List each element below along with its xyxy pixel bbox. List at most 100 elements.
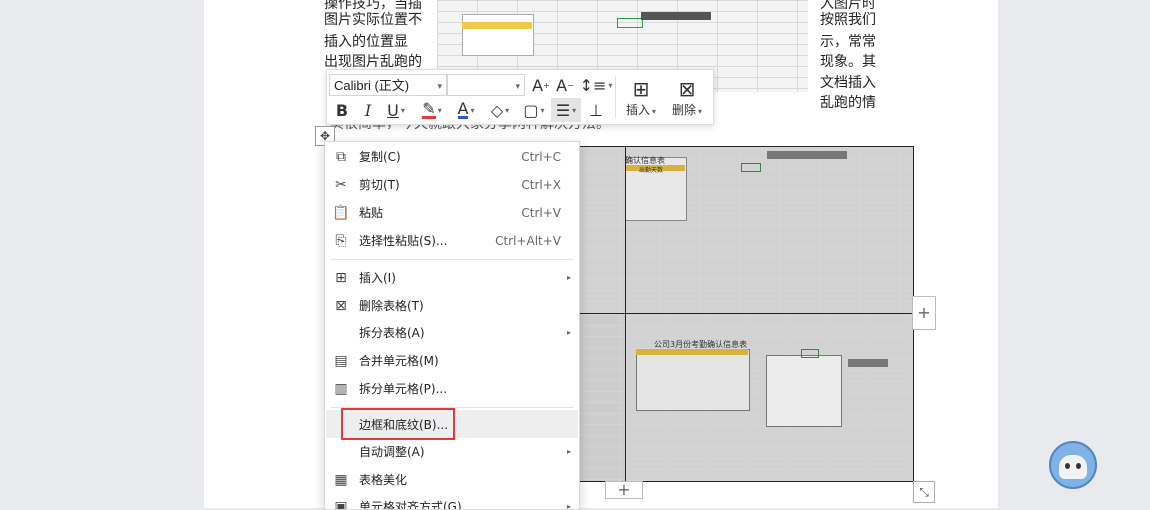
cell-align-icon: ▣ bbox=[334, 499, 348, 510]
font-size-select[interactable]: ▾ bbox=[447, 74, 525, 96]
doc-line: 文档插入 bbox=[820, 75, 876, 91]
table-image-left-strip bbox=[579, 314, 625, 481]
doc-line: 乱跑的情 bbox=[820, 95, 876, 111]
menu-separator bbox=[331, 259, 573, 260]
menu-item-paste-special[interactable]: ⎘ 选择性粘贴(S)... Ctrl+Alt+V bbox=[325, 228, 579, 254]
underline-button[interactable]: U ▾ bbox=[381, 99, 411, 121]
font-grow-button[interactable]: A + bbox=[531, 74, 551, 96]
doc-line: 示，常常 bbox=[820, 34, 876, 50]
border-icon: ▢ bbox=[523, 100, 539, 120]
menu-item-label: 自动调整(A) bbox=[359, 445, 425, 459]
font-color-button[interactable]: A ▾ bbox=[451, 99, 481, 121]
menu-item-label: 拆分表格(A) bbox=[359, 326, 425, 340]
menu-item-table-beautify[interactable]: ▦ 表格美化 bbox=[325, 467, 579, 493]
align-button[interactable]: ☰ ▾ bbox=[551, 98, 581, 122]
format-painter-button[interactable]: ⊥ bbox=[585, 99, 607, 121]
menu-item-insert[interactable]: ⊞ 插入(I) ▸ bbox=[325, 265, 579, 291]
chevron-down-icon: ▾ bbox=[608, 80, 613, 90]
menu-item-auto-fit[interactable]: 自动调整(A) ▸ bbox=[325, 439, 579, 465]
table-delete-icon: ⊠ bbox=[335, 298, 347, 314]
table-delete-icon: ⊠ bbox=[678, 76, 696, 101]
submenu-arrow-icon: ▸ bbox=[566, 447, 571, 456]
split-cells-icon: ▥ bbox=[334, 381, 348, 397]
font-color-icon: A bbox=[457, 98, 469, 119]
menu-item-shortcut: Ctrl+X bbox=[521, 178, 561, 192]
add-column-button[interactable]: + bbox=[912, 296, 936, 330]
menu-item-label: 粘贴 bbox=[359, 206, 384, 220]
menu-item-merge-cells[interactable]: ▤ 合并单元格(M) bbox=[325, 348, 579, 374]
delete-button[interactable]: ⊠ 删除 ▾ bbox=[665, 72, 709, 122]
paste-icon: 📋 bbox=[332, 205, 350, 221]
menu-item-label: 插入(I) bbox=[359, 271, 396, 285]
merge-cells-icon: ▤ bbox=[334, 353, 348, 369]
doc-line: 插入的位置显 bbox=[324, 34, 408, 50]
paint-bucket-icon: ◇ bbox=[490, 100, 504, 120]
menu-item-split-cells[interactable]: ▥ 拆分单元格(P)... bbox=[325, 376, 579, 402]
line-spacing-icon: ↕≡ bbox=[579, 75, 607, 95]
highlighter-icon: ✎ bbox=[422, 98, 436, 119]
doc-line: 按照我们 bbox=[820, 12, 876, 28]
bold-button[interactable]: B bbox=[331, 99, 353, 121]
chevron-down-icon: ▾ bbox=[437, 105, 442, 115]
doc-line: 图片实际位置不 bbox=[324, 12, 422, 28]
table-insert-icon: ⊞ bbox=[632, 76, 650, 101]
menu-item-paste[interactable]: 📋 粘贴 Ctrl+V bbox=[325, 200, 579, 226]
chevron-down-icon: ▾ bbox=[515, 81, 520, 91]
menu-item-label: 拆分单元格(P)... bbox=[359, 382, 448, 396]
submenu-arrow-icon: ▸ bbox=[566, 273, 571, 282]
assistant-avatar-button[interactable] bbox=[1049, 441, 1097, 489]
menu-item-cut[interactable]: ✂ 剪切(T) Ctrl+X bbox=[325, 172, 579, 198]
chevron-down-icon: ▾ bbox=[400, 105, 405, 115]
table-image-divider bbox=[579, 313, 913, 314]
floating-toolbar: Calibri (正文) ▾ ▾ A + A − ↕≡ ▾ B I U ▾ ✎ ▾ A ▾ … bbox=[326, 69, 714, 125]
resize-table-handle[interactable]: ⤡ bbox=[913, 481, 935, 503]
menu-item-label: 选择性粘贴(S)... bbox=[359, 234, 448, 248]
font-name-value: Calibri (正文) bbox=[334, 78, 410, 93]
chevron-down-icon: ▾ bbox=[470, 105, 475, 115]
highlight-color-button[interactable]: ✎ ▾ bbox=[415, 99, 449, 121]
menu-item-shortcut: Ctrl+V bbox=[521, 206, 561, 220]
format-painter-icon: ⊥ bbox=[589, 100, 603, 120]
menu-item-copy[interactable]: ⧉ 复制(C) Ctrl+C bbox=[325, 144, 579, 170]
shading-button[interactable]: ◇ ▾ bbox=[485, 99, 515, 121]
font-name-select[interactable]: Calibri (正文) ▾ bbox=[329, 74, 447, 96]
doc-line: 现象。其 bbox=[820, 54, 876, 70]
chevron-down-icon: ▾ bbox=[652, 106, 657, 116]
table-beautify-icon: ▦ bbox=[334, 472, 348, 488]
align-left-icon: ☰ bbox=[555, 100, 571, 120]
menu-item-label: 复制(C) bbox=[359, 150, 401, 164]
borders-button[interactable]: ▢ ▾ bbox=[519, 99, 549, 121]
scissors-icon: ✂ bbox=[335, 177, 347, 193]
highlight-annotation-box bbox=[341, 408, 455, 440]
font-shrink-button[interactable]: A − bbox=[555, 74, 575, 96]
sheet-header: 出勤天数 bbox=[639, 167, 664, 174]
line-spacing-button[interactable]: ↕≡ ▾ bbox=[579, 74, 613, 96]
menu-item-delete-table[interactable]: ⊠ 删除表格(T) bbox=[325, 293, 579, 319]
table-image[interactable]: 确认信息表 出勤天数 公司3月份考勤确认信息表 bbox=[578, 146, 914, 482]
chevron-down-icon: ▾ bbox=[437, 81, 442, 91]
delete-label: 删除 bbox=[671, 102, 696, 117]
menu-item-label: 表格美化 bbox=[359, 473, 408, 487]
table-insert-icon: ⊞ bbox=[335, 270, 347, 286]
submenu-arrow-icon: ▸ bbox=[566, 328, 571, 337]
chevron-down-icon: ▾ bbox=[572, 105, 577, 115]
chevron-down-icon: ▾ bbox=[698, 106, 703, 116]
toolbar-divider bbox=[615, 76, 616, 118]
table-image-top-sheet: 确认信息表 出勤天数 bbox=[579, 147, 913, 313]
insert-label: 插入 bbox=[625, 102, 650, 117]
insert-button[interactable]: ⊞ 插入 ▾ bbox=[619, 72, 663, 122]
menu-item-label: 删除表格(T) bbox=[359, 299, 424, 313]
italic-button[interactable]: I bbox=[357, 99, 379, 121]
menu-item-split-table[interactable]: 拆分表格(A) ▸ bbox=[325, 320, 579, 346]
menu-item-shortcut: Ctrl+C bbox=[521, 150, 561, 164]
table-image-bottom-sheet: 公司3月份考勤确认信息表 bbox=[626, 315, 913, 481]
menu-item-label: 合并单元格(M) bbox=[359, 354, 439, 368]
robot-face-icon bbox=[1059, 455, 1087, 479]
chevron-down-icon: ▾ bbox=[505, 105, 510, 115]
menu-item-label: 剪切(T) bbox=[359, 178, 400, 192]
add-row-button[interactable]: + bbox=[605, 481, 643, 499]
menu-item-shortcut: Ctrl+Alt+V bbox=[495, 234, 561, 248]
context-menu: ⧉ 复制(C) Ctrl+C ✂ 剪切(T) Ctrl+X 📋 粘贴 Ctrl+… bbox=[324, 141, 580, 510]
paste-special-icon: ⎘ bbox=[335, 233, 347, 249]
chevron-down-icon: ▾ bbox=[540, 105, 545, 115]
